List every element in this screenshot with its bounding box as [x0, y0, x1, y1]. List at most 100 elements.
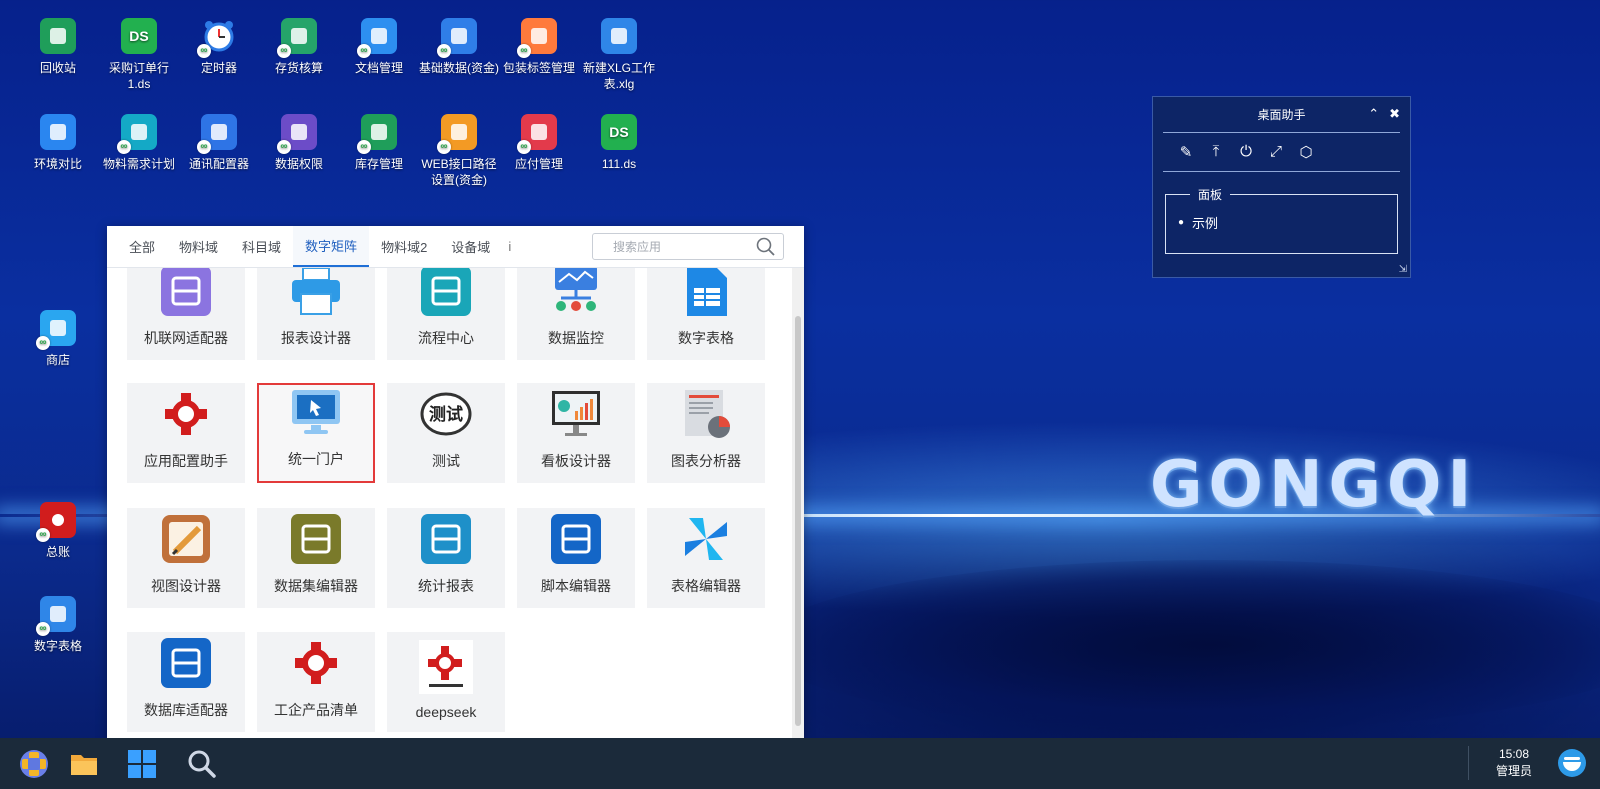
desktop-icon[interactable]: ∞ 通讯配置器	[179, 114, 259, 172]
expand-icon[interactable]: ⤢	[1267, 143, 1285, 161]
app-tile-label: 流程中心	[418, 330, 474, 346]
file-explorer-button[interactable]	[66, 746, 102, 782]
desktop-icon-label: 通讯配置器	[188, 157, 249, 171]
windows-button[interactable]	[124, 746, 160, 782]
desktop-icon[interactable]: ∞ 应付管理	[499, 114, 579, 172]
panel-group-label: 面板	[1198, 188, 1223, 202]
shortcut-link-icon: ∞	[357, 140, 371, 154]
shortcut-link-icon: ∞	[277, 140, 291, 154]
pinwheel-icon	[679, 512, 733, 566]
panel-item-example[interactable]: ● 示例	[1178, 213, 1385, 232]
desktop-icon-label: 物料需求计划	[102, 157, 175, 171]
app-tile[interactable]: 报表设计器	[257, 268, 375, 360]
desktop-icon[interactable]: 新建XLG工作表.xlg	[579, 18, 659, 92]
desktop-icon[interactable]: ∞ 总账	[18, 502, 98, 560]
app-tile[interactable]: 数据库适配器	[127, 632, 245, 732]
launcher-tab[interactable]: 全部	[117, 226, 167, 267]
play-circle-icon: ●	[1178, 217, 1185, 228]
search-icon[interactable]	[756, 237, 775, 256]
shortcut-link-icon: ∞	[197, 140, 211, 154]
launcher-tab[interactable]: 科目域	[230, 226, 293, 267]
launcher-tab[interactable]: 设备域	[439, 226, 502, 267]
app-tile[interactable]: 工企产品清单	[257, 632, 375, 732]
desktop-icon[interactable]: ∞ 商店	[18, 310, 98, 368]
clock[interactable]: 15:08 管理员	[1480, 746, 1548, 780]
launcher-tab[interactable]: 物料域2	[369, 226, 439, 267]
chat-bubble-icon	[1558, 749, 1586, 777]
app-tile[interactable]: 脚本编辑器	[517, 508, 635, 608]
assistant-header: 桌面助手 ⌃ ✖	[1163, 97, 1400, 133]
desktop-icon[interactable]: 回收站	[18, 18, 98, 76]
close-icon[interactable]: ✖	[1389, 106, 1400, 122]
start-menu-button[interactable]	[16, 746, 52, 782]
resize-handle-icon[interactable]: ⇲	[1399, 264, 1407, 275]
app-tile[interactable]: 图表分析器	[647, 383, 765, 483]
desktop-icon[interactable]: ∞ 存货核算	[259, 18, 339, 76]
desktop-icon[interactable]: 环境对比	[18, 114, 98, 172]
collapse-icon[interactable]: ⌃	[1368, 106, 1379, 122]
cube-icon[interactable]: ⬡	[1297, 143, 1315, 161]
edit-icon[interactable]: ✎	[1177, 143, 1195, 161]
taskbar-search-button[interactable]	[184, 746, 220, 782]
app-tile-label: 脚本编辑器	[541, 578, 611, 594]
spreadsheet-icon	[679, 268, 733, 318]
power-icon[interactable]: ⏻	[1237, 143, 1255, 161]
app-tile[interactable]: deepseek	[387, 632, 505, 732]
app-tile[interactable]: 数据监控	[517, 268, 635, 360]
desktop-icon-label: 存货核算	[274, 61, 323, 75]
scrollbar-thumb[interactable]	[795, 316, 801, 726]
app-tile[interactable]: 统计报表	[387, 508, 505, 608]
launcher-scrollbar[interactable]	[792, 268, 804, 740]
app-tile[interactable]: 机联网适配器	[127, 268, 245, 360]
app-tile[interactable]: 统一门户	[257, 383, 375, 483]
desktop-icon[interactable]: ∞ WEB接口路径设置(资金)	[419, 114, 499, 188]
app-tile-label: 测试	[432, 453, 460, 469]
app-tile-label: 数据集编辑器	[274, 578, 358, 594]
desktop-assistant-window[interactable]: 桌面助手 ⌃ ✖ ✎ ⤒ ⏻ ⤢ ⬡ 面板 ● 示例 ⇲	[1152, 96, 1411, 278]
desktop-icon[interactable]: ∞ 包装标签管理	[499, 18, 579, 76]
app-tile[interactable]: 测试 测试	[387, 383, 505, 483]
desktop-icon-label: 回收站	[39, 61, 76, 75]
spreadsheet-icon: ∞	[36, 596, 76, 636]
launcher-tab[interactable]: 物料域	[167, 226, 230, 267]
launcher-tab[interactable]: 数字矩阵	[293, 226, 370, 267]
assistant-tray-button[interactable]	[1554, 746, 1590, 782]
package-icon: ∞	[517, 18, 557, 58]
app-tile-label: 图表分析器	[671, 453, 741, 469]
app-tile[interactable]: 应用配置助手	[127, 383, 245, 483]
desktop-icon[interactable]: ∞ 定时器	[179, 18, 259, 76]
brand-logo: GONGQI	[1150, 448, 1478, 522]
desktop-icon[interactable]: ∞ 基础数据(资金)	[419, 18, 499, 76]
deepseek-logo-icon	[419, 640, 473, 694]
tray-separator	[1468, 746, 1469, 780]
desktop-icon[interactable]: ∞ 文档管理	[339, 18, 419, 76]
desktop-icon[interactable]: ∞ 数字表格	[18, 596, 98, 654]
app-tile[interactable]: 表格编辑器	[647, 508, 765, 608]
more-tabs[interactable]: i	[502, 226, 517, 267]
app-tile[interactable]: 流程中心	[387, 268, 505, 360]
app-search-box	[592, 233, 784, 260]
app-tile[interactable]: 数据集编辑器	[257, 508, 375, 608]
launcher-tabs: 全部 物料域 科目域 数字矩阵 物料域2 设备域 i	[107, 226, 804, 268]
test-stamp-icon: 测试	[419, 387, 473, 441]
desktop-icon[interactable]: ∞ 库存管理	[339, 114, 419, 172]
shortcut-link-icon: ∞	[437, 44, 451, 58]
app-tile-label: 机联网适配器	[144, 330, 228, 346]
shortcut-link-icon: ∞	[36, 528, 50, 542]
clock-time: 15:08	[1498, 747, 1530, 761]
desktop-icon-label: 商店	[45, 353, 70, 367]
desktop-icon-label: 库存管理	[354, 157, 403, 171]
app-tile[interactable]: 数字表格	[647, 268, 765, 360]
desktop-icon[interactable]: ∞ 数据权限	[259, 114, 339, 172]
desktop-icon[interactable]: DS 111.ds	[579, 114, 659, 172]
app-tile[interactable]: 视图设计器	[127, 508, 245, 608]
shortcut-link-icon: ∞	[117, 140, 131, 154]
assistant-toolbar: ✎ ⤒ ⏻ ⤢ ⬡	[1163, 133, 1400, 172]
app-tile[interactable]: 看板设计器	[517, 383, 635, 483]
desktop-icon[interactable]: ∞ 物料需求计划	[99, 114, 179, 172]
app-search-input[interactable]	[613, 239, 753, 254]
desktop-icon[interactable]: DS 采购订单行1.ds	[99, 18, 179, 92]
app-tile-label: 数据库适配器	[144, 702, 228, 718]
machine-network-icon	[159, 268, 213, 318]
pin-top-icon[interactable]: ⤒	[1207, 143, 1225, 161]
